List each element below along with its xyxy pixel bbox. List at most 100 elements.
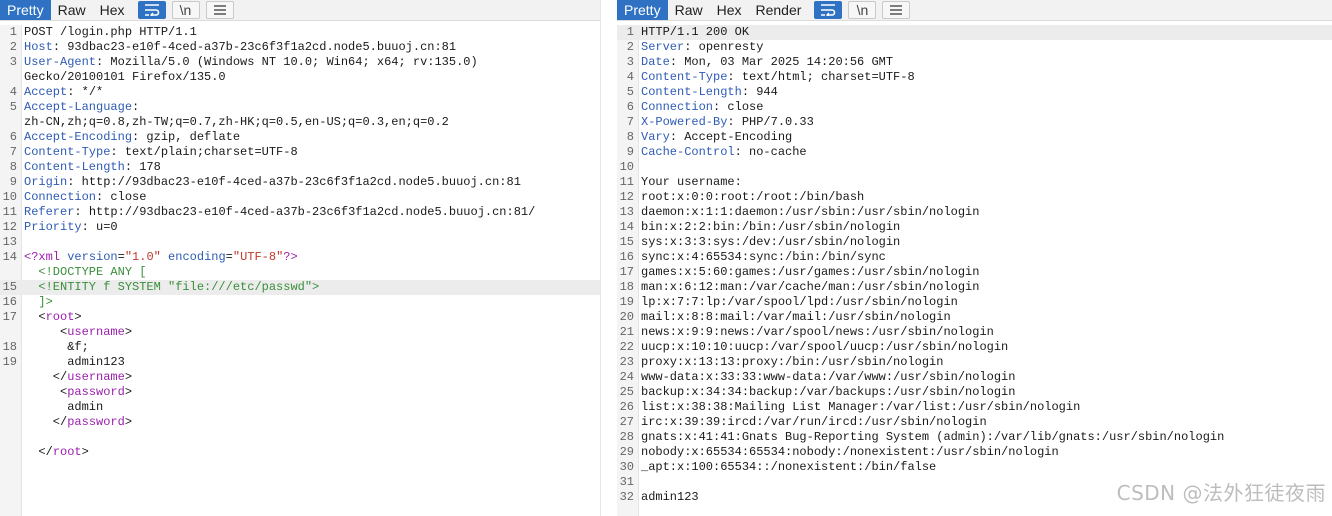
line-text: Host: 93dbac23-e10f-4ced-a37b-23c6f3f1a2… [24,40,456,55]
token: : 93dbac23-e10f-4ced-a37b-23c6f3f1a2cd.n… [52,40,457,54]
request-tab-hex[interactable]: Hex [93,0,132,20]
line-number: 20 [619,310,634,324]
line-text: Connection: close [24,190,146,205]
line-number: 10 [619,160,634,174]
line-text: news:x:9:9:news:/var/spool/news:/usr/sbi… [641,325,994,340]
line-number: 12 [619,190,634,204]
request-menu-button[interactable] [205,1,234,19]
line-text: daemon:x:1:1:daemon:/usr/sbin:/usr/sbin/… [641,205,979,220]
request-line: Gecko/20100101 Firefox/135.0 [0,70,600,85]
request-toolbar: Pretty Raw Hex \n [0,0,600,21]
token: = [117,250,125,264]
token: Host [24,40,53,54]
token: Connection [641,100,714,114]
line-text: root:x:0:0:root:/root:/bin/bash [641,190,864,205]
line-text: Server: openresty [641,40,763,55]
token: Priority [24,220,82,234]
token: < [24,325,68,339]
request-line: 16 ]> [0,295,600,310]
token: Content-Length [24,160,125,174]
response-tab-pretty[interactable]: Pretty [617,0,668,20]
response-tab-hex[interactable]: Hex [710,0,749,20]
token: admin123 [641,490,699,504]
token: = [225,250,233,264]
line-text: Priority: u=0 [24,220,118,235]
response-newline-button[interactable]: \n [848,1,877,19]
request-line: </password> [0,415,600,430]
token: Content-Type [641,70,728,84]
line-text: Gecko/20100101 Firefox/135.0 [24,70,226,85]
line-number: 9 [626,145,634,159]
token: proxy:x:13:13:proxy:/bin:/usr/sbin/nolog… [641,355,944,369]
line-text: Vary: Accept-Encoding [641,130,792,145]
response-line: 3 Date: Mon, 03 Mar 2025 14:20:56 GMT [617,55,1332,70]
line-number: 10 [2,190,17,204]
request-line: 11 Referer: http://93dbac23-e10f-4ced-a37… [0,205,600,220]
response-line: 11 Your username: [617,175,1332,190]
request-wrap-lines-button[interactable] [137,1,166,19]
pane-divider[interactable] [600,0,618,516]
token: Accept-Language [24,100,133,114]
token: Content-Type [24,145,111,159]
token: User-Agent [24,55,97,69]
token: &f; [24,340,89,354]
line-text: admin [24,400,103,415]
response-line: 28 gnats:x:41:41:Gnats Bug-Reporting Syst… [617,430,1332,445]
response-editor[interactable]: 1 HTTP/1.1 200 OK 2 Server: openresty 3 Date:… [617,25,1332,516]
response-tab-raw[interactable]: Raw [668,0,710,20]
line-text: gnats:x:41:41:Gnats Bug-Reporting System… [641,430,1224,445]
token: sys:x:3:3:sys:/dev:/usr/sbin/nologin [641,235,901,249]
response-tab-render[interactable]: Render [749,0,809,20]
request-newline-button[interactable]: \n [171,1,200,19]
request-line: 6 Accept-Encoding: gzip, deflate [0,130,600,145]
token: Accept [24,85,68,99]
response-wrap-lines-button[interactable] [814,1,843,19]
line-number: 2 [626,40,634,54]
request-tab-pretty[interactable]: Pretty [0,0,51,20]
token: X-Powered-By [641,115,728,129]
token: Vary [641,130,670,144]
line-number: 17 [2,310,17,324]
line-number: 4 [9,85,17,99]
line-text: Content-Length: 944 [641,85,778,100]
token: > [124,370,133,384]
request-editor[interactable]: 1 POST /login.php HTTP/1.1 2 Host: 93dbac23… [0,25,600,516]
token: Connection [24,190,97,204]
token: games:x:5:60:games:/usr/games:/usr/sbin/… [641,265,980,279]
response-line: 4 Content-Type: text/html; charset=UTF-8 [617,70,1332,85]
token: list:x:38:38:Mailing List Manager:/var/l… [641,400,1081,414]
line-number: 12 [2,220,17,234]
request-line: </username> [0,370,600,385]
line-number: 13 [619,205,634,219]
line-number: 7 [626,115,634,129]
request-line: 12 Priority: u=0 [0,220,600,235]
line-number: 6 [626,100,634,114]
response-menu-button[interactable] [882,1,911,19]
request-line: <username> [0,325,600,340]
line-text: POST /login.php HTTP/1.1 [24,25,197,40]
token: _apt:x:100:65534::/nonexistent:/bin/fals… [641,460,937,474]
token: encoding [160,250,226,264]
line-text: X-Powered-By: PHP/7.0.33 [641,115,814,130]
token: > [124,325,133,339]
request-tab-raw[interactable]: Raw [51,0,93,20]
response-line: 5 Content-Length: 944 [617,85,1332,100]
token: > [81,445,89,459]
response-toolbar: Pretty Raw Hex Render \n [617,0,1332,21]
wrap-lines-icon [821,4,836,16]
line-number: 5 [626,85,634,99]
token: root:x:0:0:root:/root:/bin/bash [641,190,865,204]
token: bin:x:2:2:bin:/bin:/usr/sbin/nologin [641,220,901,234]
token: Referer [24,205,75,219]
request-line: 2 Host: 93dbac23-e10f-4ced-a37b-23c6f3f1a… [0,40,600,55]
request-line [0,430,600,445]
request-line: 9 Origin: http://93dbac23-e10f-4ced-a37b-… [0,175,600,190]
response-line: 9 Cache-Control: no-cache [617,145,1332,160]
response-line: 23 proxy:x:13:13:proxy:/bin:/usr/sbin/nol… [617,355,1332,370]
token: > [124,415,133,429]
token: Origin [24,175,68,189]
line-text: ]> [24,295,52,310]
line-number: 29 [619,445,634,459]
token: > [74,310,82,324]
token: : close [713,100,764,114]
